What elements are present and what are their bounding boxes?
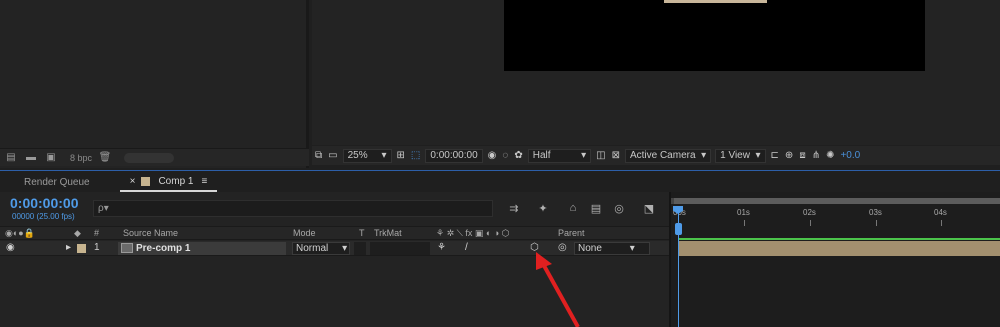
precomp-icon	[121, 243, 133, 253]
layer-name[interactable]: Pre-comp 1	[118, 242, 286, 255]
blend-mode-select[interactable]: Normal ▾	[292, 242, 350, 255]
zoom-select[interactable]: 25% ▾	[342, 148, 392, 163]
network-icon[interactable]: ⋔	[809, 146, 823, 165]
frame-count-display: 00000 (25.00 fps)	[12, 212, 75, 221]
ruler-label-03s: 03s	[869, 208, 882, 217]
ruler-tick	[810, 220, 811, 226]
preserve-transparency-box[interactable]	[354, 242, 366, 255]
layer-search-input[interactable]: ρ▾	[93, 200, 493, 217]
grid-icon[interactable]: ⊞	[394, 146, 408, 165]
interpret-footage-icon[interactable]: ▤	[4, 152, 18, 163]
new-folder-icon[interactable]: ▬	[24, 152, 38, 163]
tab-comp-1-label: Comp 1	[158, 175, 194, 187]
work-area-start-handle[interactable]	[675, 223, 682, 235]
composition-canvas[interactable]	[504, 0, 925, 71]
layer-outline	[664, 0, 767, 3]
column-parent: Parent	[558, 228, 585, 238]
work-area-bar[interactable]	[674, 198, 1000, 204]
flowchart-icon[interactable]: ⧈	[796, 146, 808, 165]
show-snapshot-icon[interactable]: ◌	[499, 146, 511, 165]
always-preview-icon[interactable]: ⧉	[312, 146, 325, 165]
channels-icon[interactable]: ✿	[511, 146, 525, 165]
reset-exposure-icon[interactable]: ⊕	[782, 146, 796, 165]
thumbnail-slider[interactable]	[124, 152, 175, 163]
time-graph-panel: 00s 01s 02s 03s 04s	[669, 192, 1000, 327]
column-source-name[interactable]: Source Name	[123, 228, 178, 238]
views-value: 1 View	[720, 150, 750, 161]
layer-number: 1	[94, 242, 100, 253]
tab-render-queue-label: Render Queue	[24, 176, 90, 188]
draft-3d-icon[interactable]: ✦	[535, 201, 551, 215]
ruler-label-01s: 01s	[737, 208, 750, 217]
roi-icon[interactable]: ⬚	[408, 146, 423, 165]
exposure-icon[interactable]: ✺	[823, 146, 837, 165]
column-mode: Mode	[293, 228, 316, 238]
ruler-tick	[744, 220, 745, 226]
comp-color-swatch	[141, 176, 151, 186]
column-t: T	[359, 228, 365, 238]
annotation-arrow	[536, 252, 580, 327]
current-time-display[interactable]: 0:00:00:00	[10, 195, 79, 211]
resolution-select[interactable]: Half ▾	[527, 148, 592, 163]
ruler-label-04s: 04s	[934, 208, 947, 217]
tab-menu-icon[interactable]: ≡	[201, 176, 207, 187]
viewer-timecode[interactable]: 0:00:00:00	[425, 148, 483, 163]
new-comp-icon[interactable]: ▣	[44, 152, 58, 163]
timeline-panel: 0:00:00:00 00000 (25.00 fps) ρ▾ ⇉ ✦ ⌂ ▤ …	[0, 192, 1000, 327]
av-features-icons: ◉◐●🔒	[5, 228, 35, 238]
resolution-value: Half	[532, 150, 551, 161]
viewer-toolbar: ⧉ ▭ 25% ▾ ⊞ ⬚ 0:00:00:00 ◉ ◌ ✿ Half ▾ ◫ …	[312, 146, 1000, 165]
bpc-button[interactable]: 8 bpc	[70, 153, 92, 163]
switches-icons: ⚘ ✲ ⟍ fx ▣ ◐ ◑ ⬡	[436, 228, 510, 238]
graph-editor-icon[interactable]: ⬔	[641, 201, 657, 215]
ruler-tick	[941, 220, 942, 226]
layer-duration-bar[interactable]	[679, 241, 1000, 256]
timeline-tab-bar: Render Queue × Comp 1 ≡	[0, 170, 1000, 192]
zoom-value: 25%	[347, 150, 368, 161]
trash-icon[interactable]: 🗑	[98, 152, 112, 163]
fast-preview-icon[interactable]: ◫	[593, 146, 608, 165]
visibility-eye-icon[interactable]: ◉	[6, 242, 15, 253]
quality-switch-icon[interactable]: /	[465, 242, 468, 253]
pixel-aspect-icon[interactable]: ⊏	[768, 146, 782, 165]
label-column-icon: ◆	[74, 228, 81, 238]
project-panel: ▤ ▬ ▣ 8 bpc 🗑	[0, 0, 309, 168]
time-ruler[interactable]: 00s 01s 02s 03s 04s	[671, 206, 1000, 226]
render-bar	[679, 238, 1000, 240]
column-trkmat: TrkMat	[374, 228, 402, 238]
shy-switch-icon[interactable]: ⚘	[437, 242, 446, 253]
exposure-value[interactable]: +0.0	[837, 146, 863, 165]
tab-comp-1[interactable]: × Comp 1 ≡	[119, 172, 218, 192]
views-select[interactable]: 1 View ▾	[715, 148, 766, 163]
expand-layer-icon[interactable]: ▸	[66, 242, 71, 253]
blend-mode-value: Normal	[296, 243, 329, 254]
motion-blur-icon[interactable]: ◎	[611, 201, 627, 215]
ruler-label-02s: 02s	[803, 208, 816, 217]
camera-value: Active Camera	[629, 150, 696, 161]
column-hash: #	[94, 228, 100, 238]
composition-viewer	[312, 0, 1000, 145]
tab-render-queue[interactable]: Render Queue	[0, 172, 100, 192]
camera-select[interactable]: Active Camera ▾	[624, 148, 712, 163]
comp-mini-flowchart-icon[interactable]: ⇉	[506, 201, 522, 215]
shy-layers-icon[interactable]: ⌂	[565, 201, 581, 215]
snapshot-icon[interactable]: ◉	[485, 146, 500, 165]
monitor-icon[interactable]: ▭	[325, 146, 340, 165]
close-icon[interactable]: ×	[130, 176, 136, 187]
transparency-grid-icon[interactable]: ⊠	[609, 146, 623, 165]
trkmat-select[interactable]	[370, 242, 430, 255]
ruler-tick	[876, 220, 877, 226]
layer-label-color[interactable]	[77, 244, 86, 253]
layer-column-header: ◉◐●🔒 ◆ # Source Name Mode T TrkMat ⚘ ✲ ⟍…	[0, 226, 669, 240]
project-bottom-toolbar: ▤ ▬ ▣ 8 bpc 🗑	[0, 148, 309, 166]
frame-blending-icon[interactable]: ▤	[588, 201, 604, 215]
